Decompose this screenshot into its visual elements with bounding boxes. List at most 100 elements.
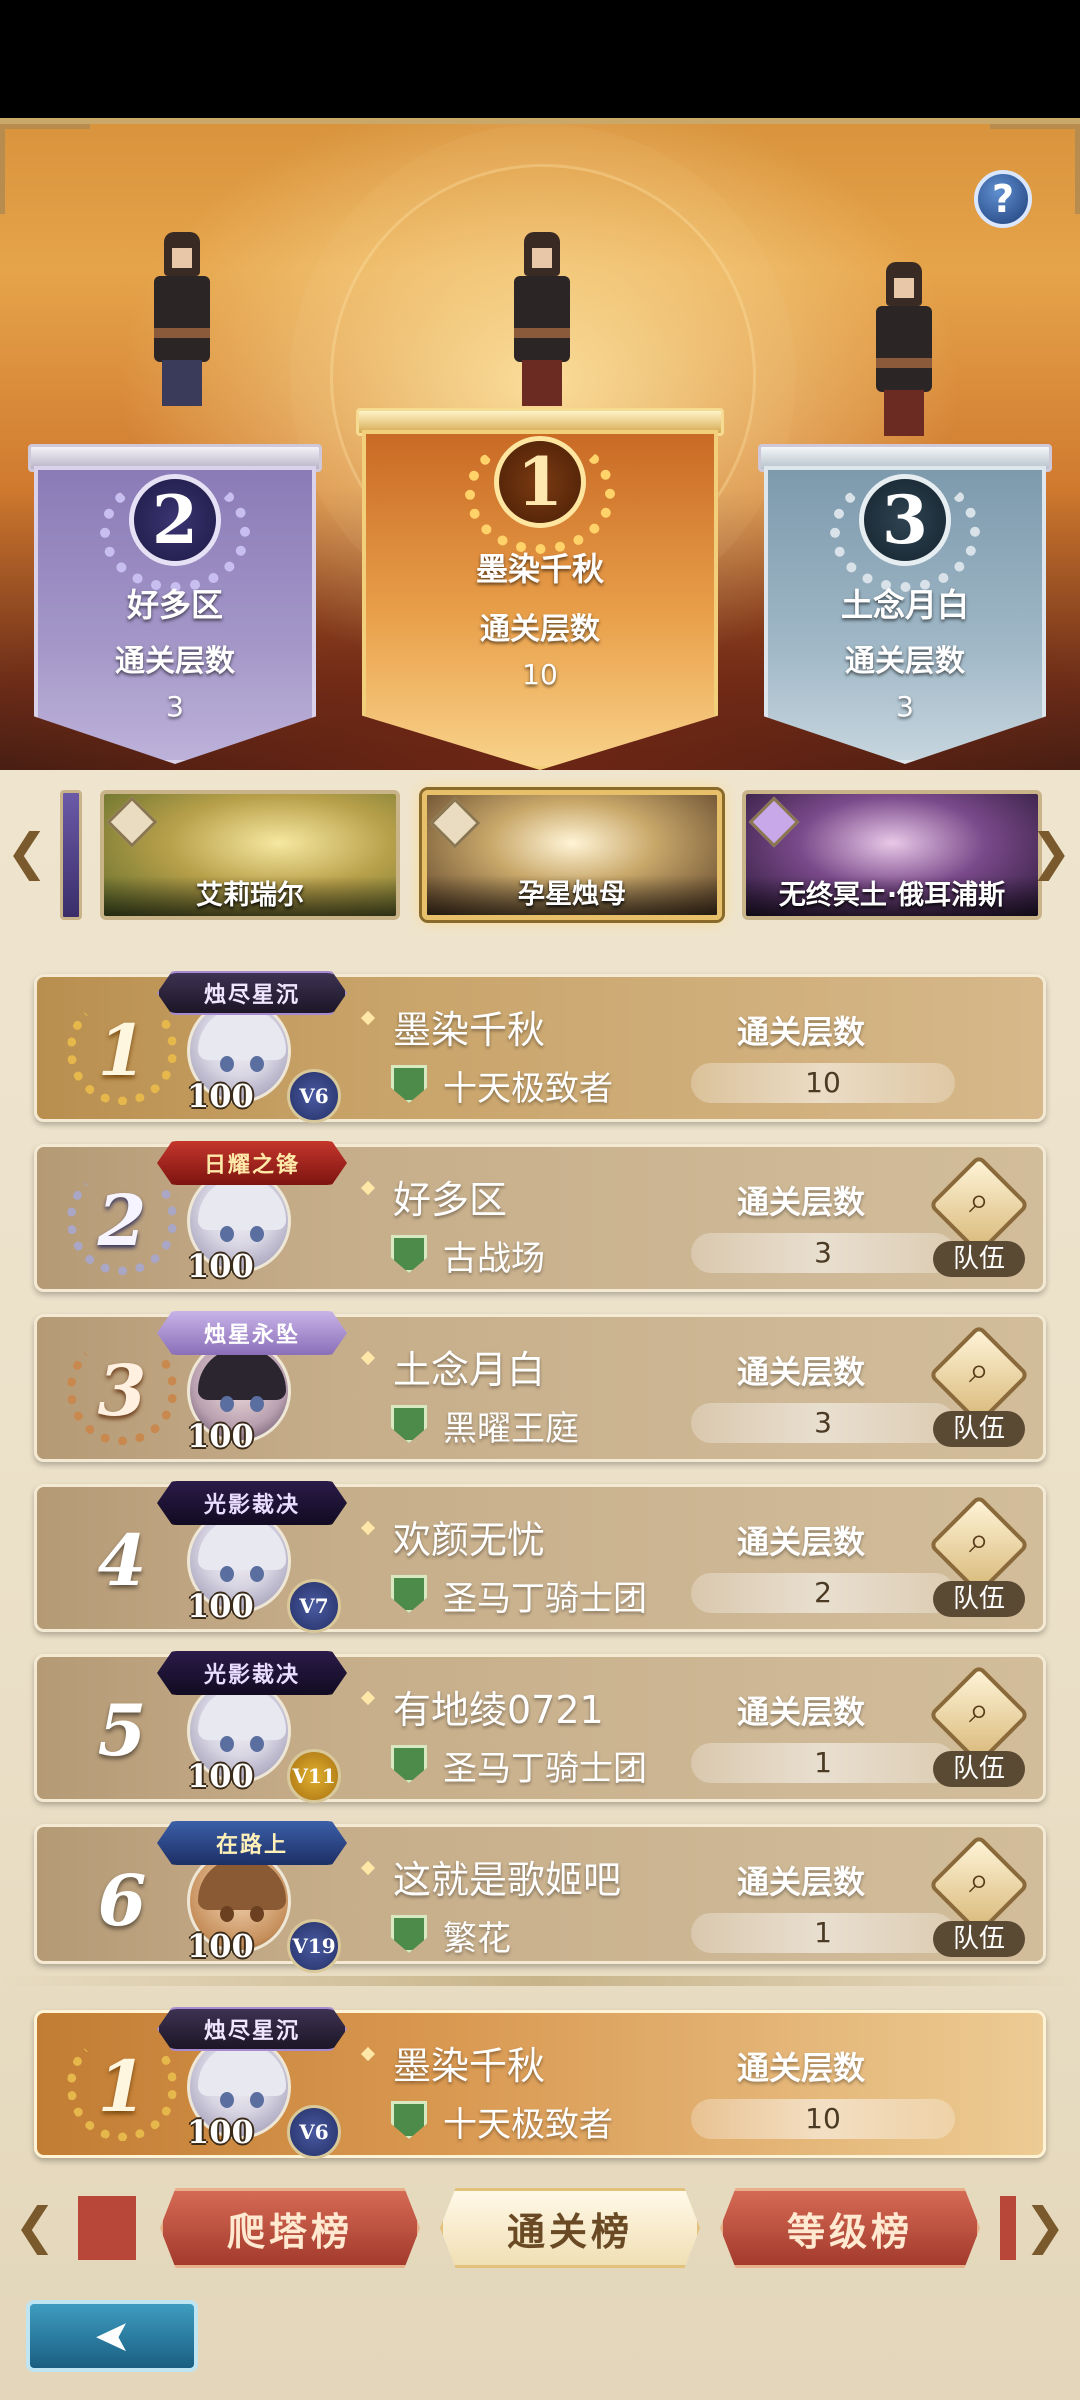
- tab-clear-ranking[interactable]: 通关榜: [440, 2188, 700, 2268]
- score-label: 通关层数: [737, 1183, 866, 1221]
- player-name: 好多区: [393, 1178, 508, 1222]
- podium-rank-number: 3: [859, 474, 951, 566]
- help-button[interactable]: ?: [974, 170, 1032, 228]
- boss-card-arielle[interactable]: 艾莉瑞尔: [100, 790, 400, 920]
- score-label: 通关层数: [737, 1523, 866, 1561]
- player-name: 有地绫0721: [393, 1688, 604, 1732]
- search-icon: ⌕: [968, 1690, 990, 1731]
- boss-card-partial[interactable]: [60, 790, 82, 920]
- podium-rank-2[interactable]: 2 好多区 通关层数 3: [28, 444, 322, 764]
- guild-name: 黑曜王庭: [443, 1409, 579, 1449]
- view-team-button[interactable]: ⌕ 队伍: [928, 1154, 1030, 1279]
- guild-name: 十天极致者: [443, 2105, 613, 2145]
- sparkle-icon: [360, 1010, 376, 1026]
- player-level: 100: [187, 2113, 254, 2151]
- team-button-label: 队伍: [933, 1241, 1025, 1277]
- sparkle-icon: [360, 1690, 376, 1706]
- vip-badge: V6: [287, 1069, 341, 1123]
- score-value: 2: [691, 1573, 955, 1613]
- player-name: 墨染千秋: [393, 2044, 546, 2088]
- guild-name: 繁花: [443, 1919, 511, 1959]
- ranking-row[interactable]: 2 日耀之锋 100 好多区 古战场 通关层数 3 ⌕ 队伍: [34, 1141, 1046, 1292]
- search-icon: ⌕: [968, 1350, 990, 1391]
- boss-name: 无终冥土·俄耳浦斯: [746, 876, 1038, 916]
- podium-rank-1[interactable]: 1 墨染千秋 通关层数 10: [356, 408, 724, 770]
- title-badge: 烛尽星沉: [157, 971, 347, 1015]
- guild-name: 古战场: [443, 1239, 545, 1279]
- guild-shield-icon: [391, 1235, 427, 1273]
- search-icon: ⌕: [968, 1860, 990, 1901]
- tab-partial-right[interactable]: [1000, 2196, 1016, 2260]
- score-label: 通关层数: [737, 1863, 866, 1901]
- podium-score-label: 通关层数: [845, 644, 965, 679]
- podium-score-value: 3: [896, 690, 914, 723]
- boss-prev-button[interactable]: ❮: [6, 812, 48, 892]
- boss-next-button[interactable]: ❯: [1030, 812, 1072, 892]
- tab-tower-ranking[interactable]: 爬塔榜: [160, 2188, 420, 2268]
- team-button-label: 队伍: [933, 1411, 1025, 1447]
- boss-card-star-mother[interactable]: 孕星烛母: [422, 790, 722, 920]
- podium-score-label: 通关层数: [480, 612, 600, 647]
- podium-score-value: 3: [166, 690, 184, 723]
- tab-prev-button[interactable]: ❮: [14, 2186, 56, 2266]
- guild-shield-icon: [391, 1915, 427, 1953]
- player-level: 100: [187, 1757, 254, 1795]
- rank-number: 6: [97, 1858, 147, 1942]
- my-rank-row[interactable]: 1 烛尽星沉 100 V6 墨染千秋 十天极致者 通关层数 10: [34, 2007, 1046, 2159]
- boss-name: 孕星烛母: [427, 875, 717, 915]
- sparkle-icon: [360, 1520, 376, 1536]
- player-name: 墨染千秋: [393, 1008, 546, 1052]
- question-icon: ?: [991, 177, 1015, 221]
- podium-rank-3[interactable]: 3 土念月白 通关层数 3: [758, 444, 1052, 764]
- ranking-row[interactable]: 5 光影裁决 100 V11 有地绫0721 圣马丁骑士团 通关层数 1 ⌕ 队…: [34, 1651, 1046, 1803]
- player-level: 100: [187, 1927, 254, 1965]
- podium-score-value: 10: [522, 658, 558, 691]
- team-button-label: 队伍: [933, 1581, 1025, 1617]
- back-button[interactable]: ➤: [26, 2300, 198, 2372]
- ranking-row[interactable]: 1 烛尽星沉 100 V6 墨染千秋 十天极致者 通关层数 10: [34, 971, 1046, 1123]
- list-divider: [0, 1976, 1080, 1986]
- tab-next-button[interactable]: ❯: [1024, 2186, 1066, 2266]
- tab-level-ranking[interactable]: 等级榜: [720, 2188, 980, 2268]
- rank-3-character-sprite: [868, 262, 938, 437]
- player-level: 100: [187, 1417, 254, 1455]
- sparkle-icon: [360, 1860, 376, 1876]
- view-team-button[interactable]: ⌕ 队伍: [928, 1834, 1030, 1959]
- podium-rank-number: 2: [129, 474, 221, 566]
- sparkle-icon: [360, 1180, 376, 1196]
- podium-score-label: 通关层数: [115, 644, 235, 679]
- guild-name: 十天极致者: [443, 1069, 613, 1109]
- podium-player-name: 好多区: [126, 586, 223, 624]
- ranking-row[interactable]: 4 光影裁决 100 V7 欢颜无忧 圣马丁骑士团 通关层数 2 ⌕ 队伍: [34, 1481, 1046, 1633]
- score-label: 通关层数: [737, 1353, 866, 1391]
- sparkle-icon: [360, 2046, 376, 2062]
- team-button-label: 队伍: [933, 1751, 1025, 1787]
- rank-1-character-sprite: [506, 232, 576, 407]
- search-icon: ⌕: [968, 1180, 990, 1221]
- vip-badge: V6: [287, 2105, 341, 2159]
- rank-number: 1: [67, 995, 177, 1105]
- player-name: 土念月白: [393, 1348, 546, 1392]
- ranking-row[interactable]: 3 烛星永坠 100 土念月白 黑曜王庭 通关层数 3 ⌕ 队伍: [34, 1311, 1046, 1462]
- score-value: 10: [691, 1063, 955, 1103]
- ranking-row[interactable]: 6 在路上 100 V19 这就是歌姬吧 繁花 通关层数 1 ⌕ 队伍: [34, 1821, 1046, 1973]
- player-level: 100: [187, 1077, 254, 1115]
- vip-badge: V7: [287, 1579, 341, 1633]
- title-badge: 烛星永坠: [157, 1311, 347, 1355]
- rank-number: 2: [67, 1165, 177, 1275]
- score-value: 3: [691, 1403, 955, 1443]
- view-team-button[interactable]: ⌕ 队伍: [928, 1494, 1030, 1619]
- player-level: 100: [187, 1587, 254, 1625]
- tab-partial-left[interactable]: [78, 2196, 136, 2260]
- view-team-button[interactable]: ⌕ 队伍: [928, 1664, 1030, 1789]
- score-label: 通关层数: [737, 1693, 866, 1731]
- frame-corner: [0, 124, 90, 214]
- boss-card-orpheus[interactable]: 无终冥土·俄耳浦斯: [742, 790, 1042, 920]
- player-level: 100: [187, 1247, 254, 1285]
- score-value: 1: [691, 1913, 955, 1953]
- chevron-right-icon: ❯: [1024, 2197, 1066, 2255]
- podium-player-name: 墨染千秋: [475, 550, 604, 588]
- view-team-button[interactable]: ⌕ 队伍: [928, 1324, 1030, 1449]
- player-name: 这就是歌姬吧: [393, 1858, 622, 1902]
- title-badge: 在路上: [157, 1821, 347, 1865]
